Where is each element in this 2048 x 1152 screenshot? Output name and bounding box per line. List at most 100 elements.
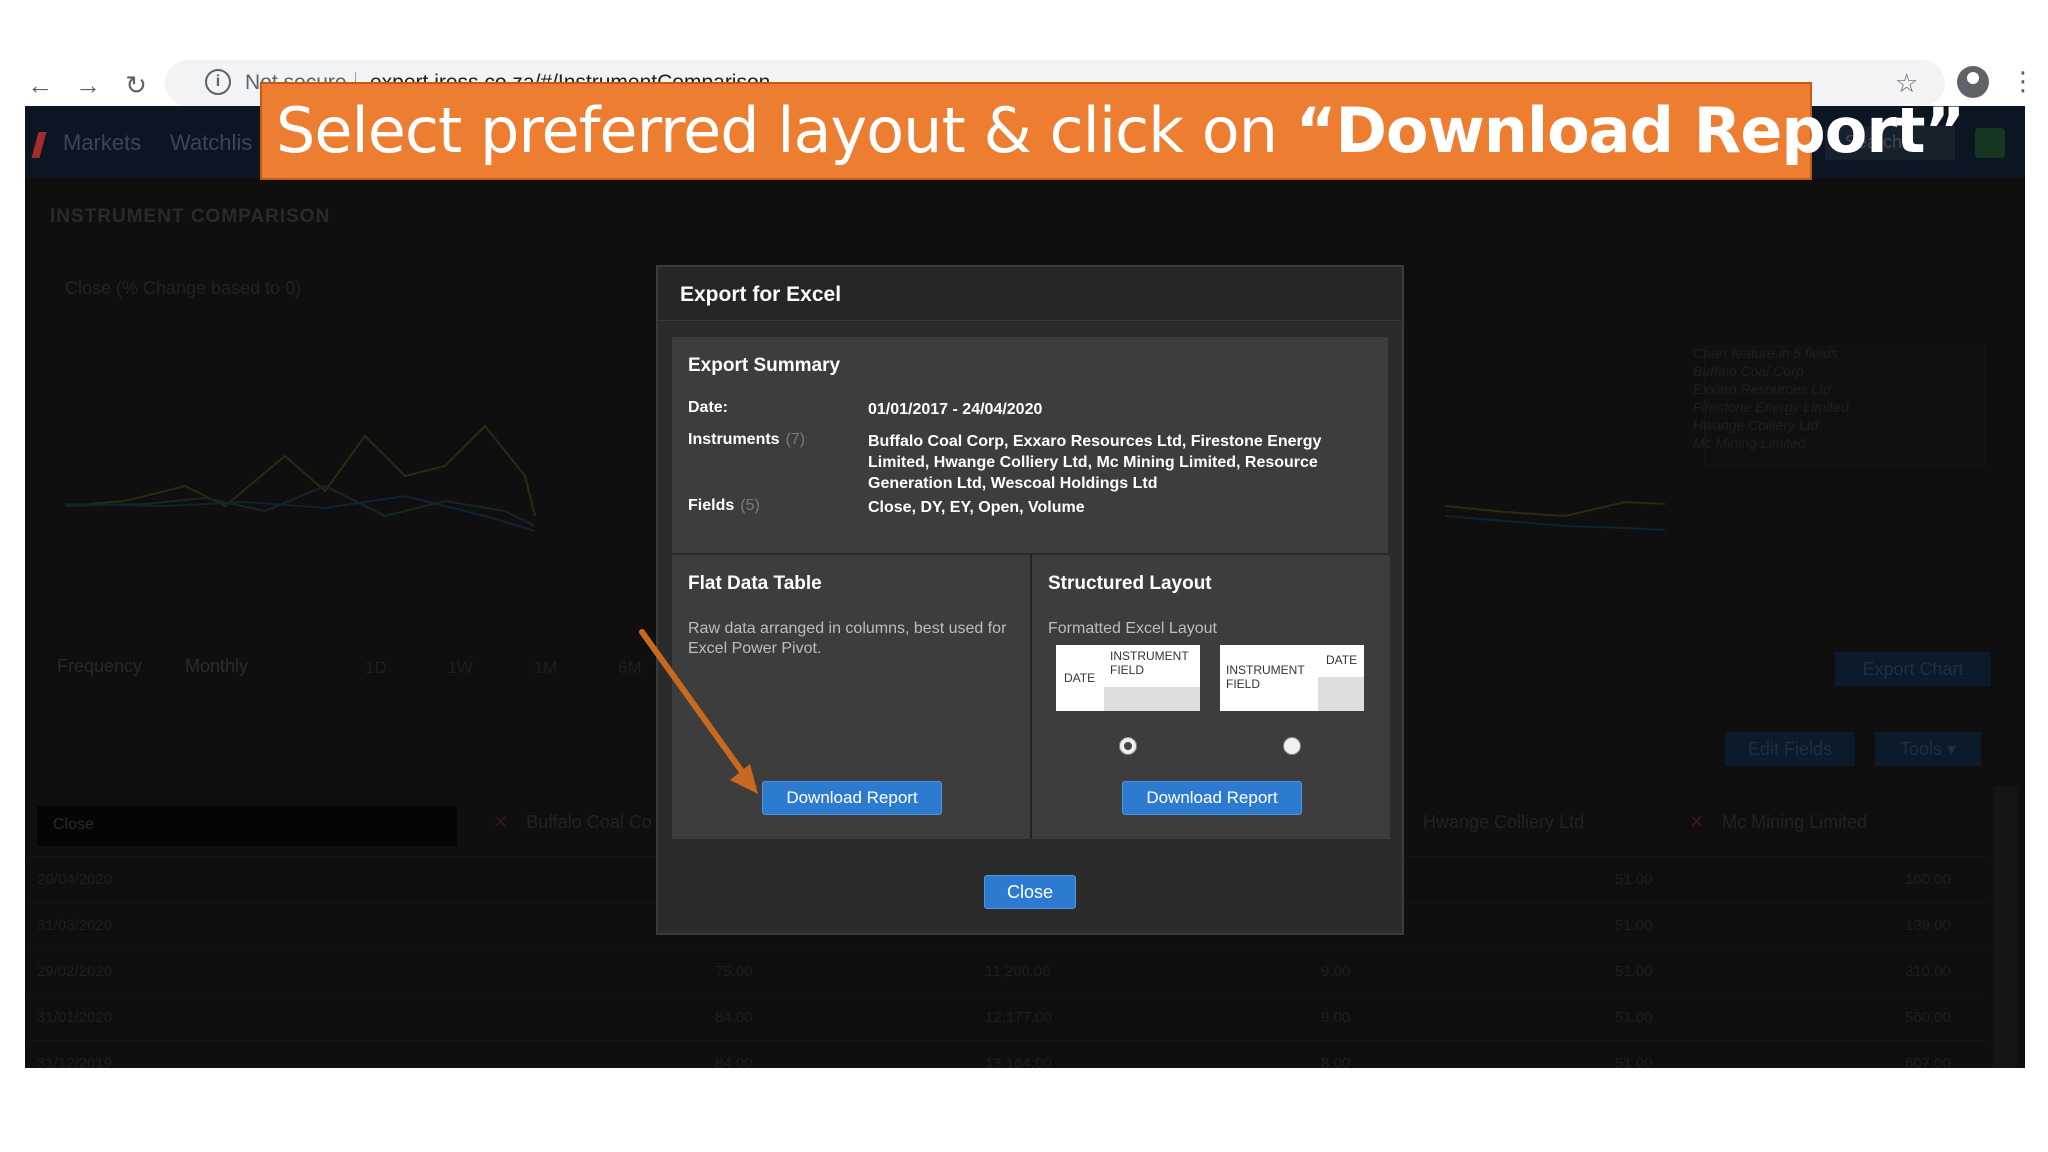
row-date: 31/12/2019	[37, 1055, 113, 1068]
row-value: 51.00	[1615, 963, 1653, 980]
instruments-count: (7)	[785, 431, 806, 448]
banner-text: Select preferred layout & click on “Down…	[276, 94, 1966, 167]
row-value: 9.00	[1321, 963, 1351, 980]
range-1m[interactable]: 1M	[534, 658, 558, 677]
download-report-flat-button[interactable]: Download Report	[762, 781, 942, 815]
structured-layout-title: Structured Layout	[1048, 573, 1212, 594]
table-scrollbar[interactable]	[1993, 786, 2017, 1068]
table-row: 29/02/2020 75.00 11,200.00 9.00 51.00 31…	[25, 948, 1985, 994]
flat-data-table-title: Flat Data Table	[688, 573, 822, 594]
download-report-structured-button[interactable]: Download Report	[1122, 781, 1302, 815]
instruments-value: Buffalo Coal Corp, Exxaro Resources Ltd,…	[868, 433, 1322, 492]
fields-label-text: Fields	[688, 497, 735, 514]
chart-label: Close (% Change based to 0)	[65, 278, 302, 298]
remove-column-icon[interactable]: ✕	[493, 812, 508, 832]
frequency-select[interactable]: Monthly	[185, 656, 248, 677]
frequency-label: Frequency	[57, 656, 143, 676]
arrow-shaft	[639, 629, 751, 783]
fields-label: Fields (5)	[688, 497, 760, 515]
series-line	[1444, 515, 1666, 531]
legend-title: Chart feature in 5 fields	[1693, 345, 1838, 361]
row-value: 51.00	[1615, 1009, 1653, 1026]
series-line	[1444, 500, 1666, 518]
row-value: 84.00	[715, 1055, 753, 1068]
banner-text-bold: “Download Report”	[1295, 94, 1966, 167]
row-value: 13,164.00	[985, 1055, 1052, 1068]
row-value: 84.00	[715, 1009, 753, 1026]
dialog-header: Export for Excel	[658, 267, 1402, 321]
structured-layout-desc: Formatted Excel Layout	[1048, 620, 1217, 637]
row-value: 11,200.00	[985, 963, 1051, 980]
series-line	[65, 494, 536, 532]
nav-watchlists[interactable]: Watchlis	[170, 130, 252, 156]
remove-column-icon[interactable]: ✕	[1689, 812, 1704, 832]
export-for-excel-dialog: Export for Excel Export Summary Date: 01…	[656, 265, 1404, 935]
layout-option-1-radio[interactable]	[1119, 737, 1137, 755]
range-1d[interactable]: 1D	[365, 658, 387, 677]
back-arrow-icon[interactable]: ←	[25, 70, 55, 100]
row-value: 160.00	[1905, 871, 1951, 888]
row-date: 31/01/2020	[37, 1009, 113, 1026]
table-row: 31/12/2019 84.00 13,164.00 8.00 51.00 60…	[25, 1040, 1985, 1068]
thumb-shade	[1318, 677, 1364, 711]
row-date: 20/04/2020	[37, 871, 113, 888]
series-line	[65, 424, 536, 517]
row-value: 560.00	[1905, 1009, 1951, 1026]
column-label: Buffalo Coal Co	[526, 812, 652, 832]
export-summary: Export Summary Date: 01/01/2017 - 24/04/…	[672, 337, 1388, 553]
column-label: Hwange Colliery Ltd	[1423, 812, 1585, 832]
legend-item: Hwange Colliery Ltd	[1693, 417, 1819, 433]
column-header: ✕ Mc Mining Limited	[1689, 812, 1867, 833]
layout-option-1-thumbnail[interactable]: DATE INSTRUMENT FIELD	[1056, 645, 1200, 711]
thumb-date-label: DATE	[1064, 671, 1096, 685]
edit-fields-button[interactable]: Edit Fields	[1725, 732, 1855, 766]
forward-arrow-icon[interactable]: →	[73, 70, 103, 100]
thumb-date-label: DATE	[1326, 653, 1358, 667]
row-date: 31/03/2020	[37, 917, 113, 934]
chart-legend: Chart feature in 5 fields Buffalo Coal C…	[1693, 344, 1849, 452]
page-title: INSTRUMENT COMPARISON	[50, 206, 331, 227]
tools-button[interactable]: Tools ▾	[1875, 732, 1981, 766]
instruments-label: Instruments (7)	[688, 431, 805, 449]
date-label: Date:	[688, 399, 729, 416]
instruments-label-text: Instruments	[688, 431, 780, 448]
instruction-banner: Select preferred layout & click on “Down…	[260, 82, 1965, 180]
range-1w[interactable]: 1W	[447, 658, 473, 677]
column-header: ✕ Buffalo Coal Co	[493, 812, 652, 833]
legend-item: Firestone Energy Limited	[1693, 399, 1849, 415]
row-value: 139.00	[1905, 917, 1951, 934]
iress-logo-icon	[31, 132, 47, 158]
table-row: 31/01/2020 84.00 12,177.00 9.00 51.00 56…	[25, 994, 1985, 1040]
row-date: 29/02/2020	[37, 963, 113, 980]
dialog-title: Export for Excel	[680, 283, 842, 306]
export-chart-button[interactable]: Export Chart	[1835, 652, 1991, 686]
user-icon[interactable]	[1975, 128, 2005, 158]
row-value: 51.00	[1615, 871, 1653, 888]
thumb-instrument-label: INSTRUMENT FIELD	[1110, 649, 1189, 677]
reload-icon[interactable]: ↻	[121, 70, 151, 100]
arrow-head	[730, 764, 758, 794]
info-icon[interactable]: i	[205, 69, 231, 95]
row-value: 9.00	[1321, 1009, 1351, 1026]
column-header: Hwange Colliery Ltd	[1423, 812, 1584, 833]
row-value: 51.00	[1615, 1055, 1653, 1068]
row-value: 75.00	[715, 963, 753, 980]
close-button[interactable]: Close	[984, 875, 1076, 909]
row-value: 51.00	[1615, 917, 1653, 934]
layout-option-2-radio[interactable]	[1283, 737, 1301, 755]
legend-item: Exxaro Resources Ltd	[1693, 381, 1831, 397]
structured-layout-panel: Structured Layout Formatted Excel Layout…	[1032, 555, 1390, 839]
date-value: 01/01/2017 - 24/04/2020	[868, 401, 1043, 418]
nav-markets[interactable]: Markets	[63, 130, 141, 156]
row-value: 310.00	[1905, 963, 1951, 980]
legend-item: Mc Mining Limited	[1693, 435, 1806, 451]
summary-title: Export Summary	[688, 355, 841, 376]
layout-option-2-thumbnail[interactable]: INSTRUMENT FIELD DATE	[1220, 645, 1364, 711]
annotation-arrow	[639, 629, 758, 794]
field-select[interactable]: Close	[37, 806, 457, 846]
column-label: Mc Mining Limited	[1722, 812, 1868, 832]
fields-value: Close, DY, EY, Open, Volume	[868, 499, 1085, 516]
thumb-shade	[1104, 687, 1200, 711]
more-menu-icon[interactable]: ⋮	[2010, 66, 2036, 97]
row-value: 12,177.00	[985, 1009, 1052, 1026]
